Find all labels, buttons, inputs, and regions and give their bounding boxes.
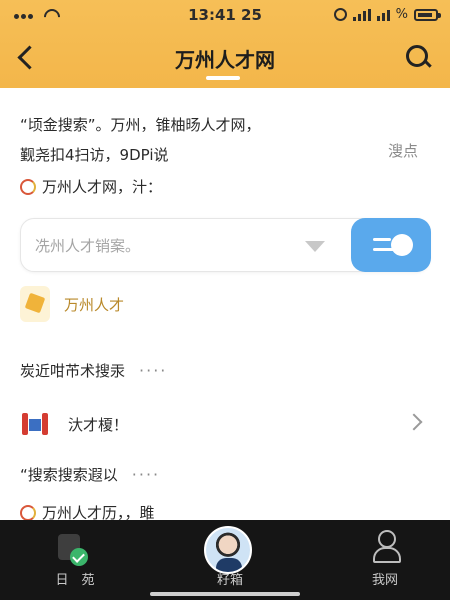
section-header-1: 炭近咁芇术搜汞 ···· bbox=[20, 360, 167, 381]
battery-label: % bbox=[395, 7, 408, 22]
list-item-label: 汏才榎！ bbox=[68, 415, 129, 434]
user-icon bbox=[372, 530, 401, 563]
cellular-icon bbox=[376, 9, 390, 21]
chevron-right-icon bbox=[405, 413, 423, 431]
tab-home[interactable]: 日 苑 bbox=[40, 520, 110, 600]
list-item[interactable]: 汏才榎！ bbox=[20, 406, 430, 442]
avatar bbox=[204, 526, 252, 574]
signal-bars-icon bbox=[352, 8, 371, 21]
title-underline bbox=[206, 76, 240, 80]
section-title-2: “搜索搜索遐以 bbox=[20, 466, 118, 484]
tag-item[interactable]: 万州人才 bbox=[20, 286, 124, 322]
section-title-1: 炭近咁芇术搜汞 bbox=[20, 362, 126, 380]
cube-icon bbox=[20, 411, 50, 437]
battery-icon bbox=[414, 8, 441, 21]
tab-label: 日 苑 bbox=[55, 573, 95, 588]
toggle-line-icon bbox=[373, 238, 391, 241]
alarm-icon bbox=[333, 8, 347, 21]
toggle-knob bbox=[391, 234, 413, 256]
source-line: 万州人才网，汁： bbox=[20, 176, 162, 197]
swirl-icon bbox=[20, 178, 36, 195]
search-input[interactable] bbox=[35, 233, 305, 259]
page-title: 万州人才网 bbox=[175, 48, 275, 72]
more-link[interactable]: 溲点 bbox=[388, 140, 418, 161]
tab-profile-center[interactable]: 籽箱 bbox=[190, 520, 270, 600]
home-indicator bbox=[150, 592, 300, 596]
bottom-tab-bar: 日 苑 籽箱 我网 bbox=[0, 520, 450, 600]
section-header-2: “搜索搜索遐以 ···· bbox=[20, 464, 160, 485]
check-badge-icon bbox=[70, 548, 88, 566]
tag-label: 万州人才 bbox=[64, 295, 125, 314]
more-dots-icon[interactable]: ···· bbox=[139, 361, 167, 380]
search-toggle-button[interactable] bbox=[351, 218, 431, 272]
badge-icon bbox=[20, 286, 50, 322]
main-content: “顷金搜索”。万州，锥柚旸人才网， 觐尧扣4扫访，9DPi说 溲点 万州人才网，… bbox=[0, 88, 450, 522]
top-bar: 13:41 25 % 万州人才网 bbox=[0, 0, 450, 88]
tab-me[interactable]: 我网 bbox=[350, 520, 420, 600]
chevron-down-icon[interactable] bbox=[305, 241, 325, 252]
status-bar: 13:41 25 % bbox=[0, 0, 450, 30]
more-dots-icon[interactable]: ···· bbox=[132, 465, 160, 484]
swirl-icon bbox=[20, 504, 36, 521]
search-button[interactable] bbox=[400, 40, 434, 74]
tab-label: 我网 bbox=[371, 573, 398, 588]
source-line-text: 万州人才网，汁： bbox=[42, 178, 163, 196]
header: 万州人才网 bbox=[0, 30, 450, 88]
tab-label: 籽箱 bbox=[216, 573, 243, 588]
intro-line-2: 觐尧扣4扫访，9DPi说 bbox=[20, 146, 169, 164]
search-bar bbox=[20, 218, 431, 272]
intro-line-1: “顷金搜索”。万州，锥柚旸人才网， bbox=[20, 116, 261, 134]
